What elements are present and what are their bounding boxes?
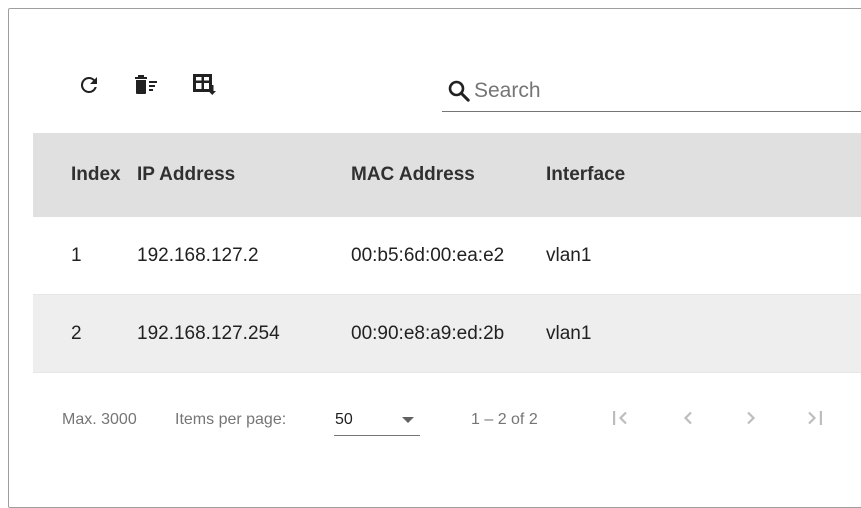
clear-all-button[interactable] (132, 71, 160, 99)
clear-all-icon (133, 73, 159, 97)
cell-mac-address: 00:90:e8:a9:ed:2b (351, 322, 505, 344)
table-row: 2 192.168.127.254 00:90:e8:a9:ed:2b vlan… (33, 295, 861, 373)
column-header-index[interactable]: Index (33, 164, 137, 186)
cell-ip-address: 192.168.127.2 (137, 244, 259, 266)
cell-interface: vlan1 (546, 322, 592, 344)
search-icon (446, 78, 472, 104)
cell-interface: vlan1 (546, 244, 592, 266)
cell-index: 2 (71, 322, 82, 344)
table-row: 1 192.168.127.2 00:b5:6d:00:ea:e2 vlan1 (33, 217, 861, 295)
export-button[interactable] (191, 71, 219, 99)
arp-table-card: Index IP Address MAC Address Interface 1… (8, 8, 861, 508)
refresh-icon (77, 73, 101, 97)
items-per-page-label: Items per page: (175, 411, 287, 428)
column-header-ip-address[interactable]: IP Address (137, 164, 351, 186)
column-header-mac-address[interactable]: MAC Address (351, 164, 546, 186)
cell-ip-address: 192.168.127.254 (137, 322, 280, 344)
next-page-button[interactable] (736, 405, 766, 435)
max-entries-label: Max. 3000 (62, 411, 137, 428)
cell-index: 1 (71, 244, 82, 266)
last-page-icon (803, 406, 827, 435)
table-header-row: Index IP Address MAC Address Interface (33, 133, 861, 217)
dropdown-arrow-icon (402, 417, 414, 423)
search-field[interactable] (442, 71, 861, 112)
cell-mac-address: 00:b5:6d:00:ea:e2 (351, 244, 505, 266)
items-per-page-select[interactable]: 50 (334, 403, 420, 436)
search-input[interactable] (472, 75, 844, 107)
previous-page-button[interactable] (673, 405, 703, 435)
table-export-icon (192, 72, 218, 98)
chevron-left-icon (676, 406, 700, 435)
paginator: Max. 3000 Items per page: 50 1 – 2 of 2 (33, 381, 861, 451)
page-range-label: 1 – 2 of 2 (471, 411, 538, 428)
refresh-button[interactable] (75, 71, 103, 99)
items-per-page-value: 50 (335, 411, 353, 428)
chevron-right-icon (739, 406, 763, 435)
last-page-button[interactable] (800, 405, 830, 435)
first-page-icon (608, 406, 632, 435)
arp-table: Index IP Address MAC Address Interface 1… (33, 133, 861, 373)
table-toolbar (9, 9, 861, 133)
column-header-interface[interactable]: Interface (546, 164, 746, 186)
first-page-button[interactable] (605, 405, 635, 435)
